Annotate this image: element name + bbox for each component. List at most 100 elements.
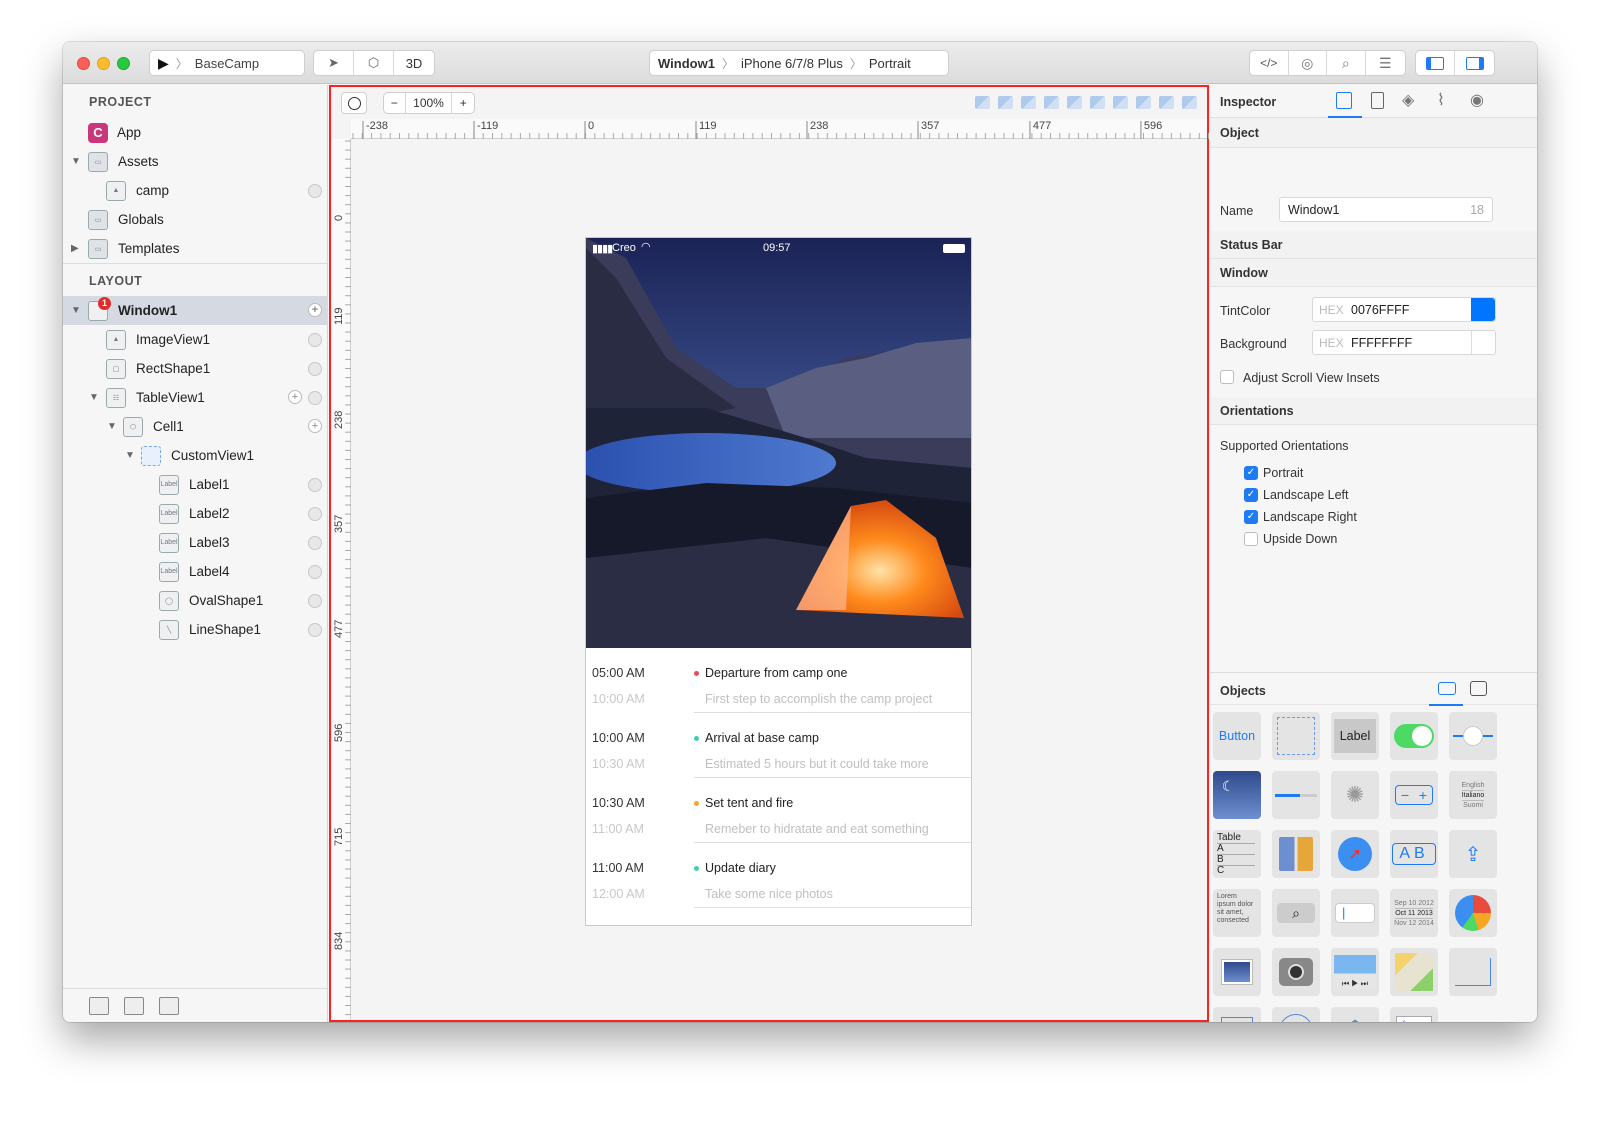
visibility-dot-icon[interactable] [308,535,322,550]
overlay-button[interactable]: ◎ [1289,51,1327,75]
send-backward-icon[interactable] [1021,96,1036,109]
code-button[interactable]: </> [1250,51,1289,75]
background-color-swatch[interactable] [1471,331,1495,354]
play-icon[interactable]: ▶ [158,55,169,72]
connections-tab-icon[interactable]: ◉ [1470,90,1484,110]
switch-object[interactable] [1390,712,1438,760]
label-object[interactable]: Label [1331,712,1379,760]
project-item-assets[interactable]: ▼ ▭ Assets [63,147,328,176]
button-object[interactable]: Button [1213,712,1261,760]
zoom-in-button[interactable]: + [452,93,474,113]
upside-down-checkbox[interactable] [1244,532,1258,546]
tint-color-field[interactable]: HEX 0076FFFF [1312,297,1496,322]
breadcrumb-device[interactable]: iPhone 6/7/8 Plus [741,56,843,71]
layout-item-window1[interactable]: ▼ 1 Window1 + [63,296,328,325]
add-child-button[interactable]: + [308,303,322,317]
layout-item-imageview1[interactable]: ▲ ImageView1 [63,325,328,354]
disclosure-open-icon[interactable]: ▼ [71,156,81,167]
preview-button[interactable]: ➤ [314,51,354,75]
project-item-camp[interactable]: ▲ camp [63,176,328,205]
search-button[interactable]: ⌕ [1327,51,1366,75]
textview-object[interactable]: Lorem ipsum dolor sit amet, consected [1213,889,1261,937]
visibility-dot-icon[interactable] [308,332,322,347]
snippets-tab-icon[interactable] [1470,681,1487,696]
align-center-h-icon[interactable] [1090,96,1105,109]
disclosure-open-icon[interactable]: ▼ [107,421,117,432]
add-window-icon[interactable] [89,997,109,1015]
visibility-dot-icon[interactable] [308,622,322,637]
add-asset-icon[interactable] [159,997,179,1015]
table-row[interactable]: 05:00 AM 10:00 AM Departure from camp on… [586,648,971,713]
background-color-field[interactable]: HEX FFFFFFFF [1312,330,1496,355]
status-bar-section[interactable]: Status Bar [1210,231,1537,259]
toolbar-object[interactable]: ⇪ [1449,830,1497,878]
mapview-object[interactable] [1390,948,1438,996]
align-right-icon[interactable] [1136,96,1151,109]
visibility-dot-icon[interactable] [308,564,322,579]
zoom-level[interactable]: 100% [406,93,453,113]
breadcrumb-window[interactable]: Window1 [658,56,715,71]
add-child-button[interactable]: + [308,419,322,433]
send-back-icon[interactable] [1044,96,1059,109]
visibility-dot-icon[interactable] [308,477,322,492]
disclosure-open-icon[interactable]: ▼ [71,305,81,316]
datepicker-object[interactable]: Sep 10 2012 Oct 11 2013 Nov 12 2014 [1390,889,1438,937]
zoom-out-button[interactable]: − [384,93,406,113]
close-window-button[interactable] [77,57,90,70]
add-child-button[interactable]: + [288,390,302,404]
name-field[interactable]: Window1 18 [1279,197,1493,222]
imageview-object[interactable]: ☾ [1213,771,1261,819]
device-frame[interactable]: ▮▮▮▮ Creo ◠ 09:57 05:00 AM 10:00 AM Depa… [585,237,972,926]
layout-item-tableview1[interactable]: ▼ ☷ TableView1 + [63,383,328,412]
tint-color-swatch[interactable] [1471,298,1495,321]
webview-object[interactable]: ➚ [1331,830,1379,878]
toggle-right-panel-button[interactable] [1455,51,1494,75]
visibility-dot-icon[interactable] [308,183,322,198]
layout-item-ovalshape1[interactable]: ◯ OvalShape1 [63,586,328,615]
view-3d-button[interactable]: 3D [394,51,434,75]
layout-item-rectshape1[interactable]: ▢ RectShape1 [63,354,328,383]
disclosure-closed-icon[interactable]: ▶ [71,243,79,254]
tableview-object[interactable]: Table A B C [1213,830,1261,878]
formview-object[interactable]: ✓—✓—… [1390,1007,1438,1022]
camera-object[interactable] [1272,948,1320,996]
table-row[interactable]: 10:30 AM 11:00 AM Set tent and fire Reme… [586,778,971,843]
view-object[interactable] [1272,712,1320,760]
portrait-checkbox[interactable]: ✓ [1244,466,1258,480]
layout-item-customview1[interactable]: ▼ CustomView1 [63,441,328,470]
activity-indicator-object[interactable]: ✺ [1331,771,1379,819]
layout-item-label2[interactable]: Label Label2 [63,499,328,528]
table-row[interactable]: 10:00 AM 10:30 AM Arrival at base camp E… [586,713,971,778]
lineshape-object[interactable] [1449,948,1497,996]
layout-item-label4[interactable]: Label Label4 [63,557,328,586]
add-component-icon[interactable] [124,997,144,1015]
project-item-globals[interactable]: ▭ Globals [63,205,328,234]
pageview-object[interactable] [1213,948,1261,996]
chart-object[interactable] [1449,889,1497,937]
align-center-v-icon[interactable] [1159,96,1174,109]
visibility-dot-icon[interactable] [308,390,322,405]
layout-item-cell1[interactable]: ▼ ⬡ Cell1 + [63,412,328,441]
visibility-dot-icon[interactable] [308,506,322,521]
segmented-object[interactable]: AB [1390,830,1438,878]
window-section[interactable]: Window [1210,259,1537,287]
disclosure-open-icon[interactable]: ▼ [125,450,135,461]
timeline-table[interactable]: 05:00 AM 10:00 AM Departure from camp on… [586,648,971,925]
orientations-section[interactable]: Orientations [1210,397,1537,425]
stepper-object[interactable]: − + [1390,771,1438,819]
layout-item-label1[interactable]: Label Label1 [63,470,328,499]
adjust-insets-checkbox[interactable] [1220,370,1234,384]
align-top-icon[interactable] [1113,96,1128,109]
canvas-area[interactable]: − 100% + -238 -119 0 119 238 357 477 596 0 119 23… [329,85,1209,1022]
progress-object[interactable] [1272,771,1320,819]
scheme-selector[interactable]: ▶ 〉 BaseCamp [149,50,305,76]
polygonshape-object[interactable]: ⬠ [1331,1007,1379,1022]
landscape-left-checkbox[interactable]: ✓ [1244,488,1258,502]
project-item-templates[interactable]: ▶ ▭ Templates [63,234,328,263]
ruler-tab-icon[interactable] [1371,92,1384,109]
breadcrumb-orientation[interactable]: Portrait [869,56,911,71]
disclosure-open-icon[interactable]: ▼ [89,392,99,403]
properties-tab-icon[interactable] [1336,92,1352,109]
layout-item-lineshape1[interactable]: ╲ LineShape1 [63,615,328,644]
camp-image[interactable] [586,238,972,648]
